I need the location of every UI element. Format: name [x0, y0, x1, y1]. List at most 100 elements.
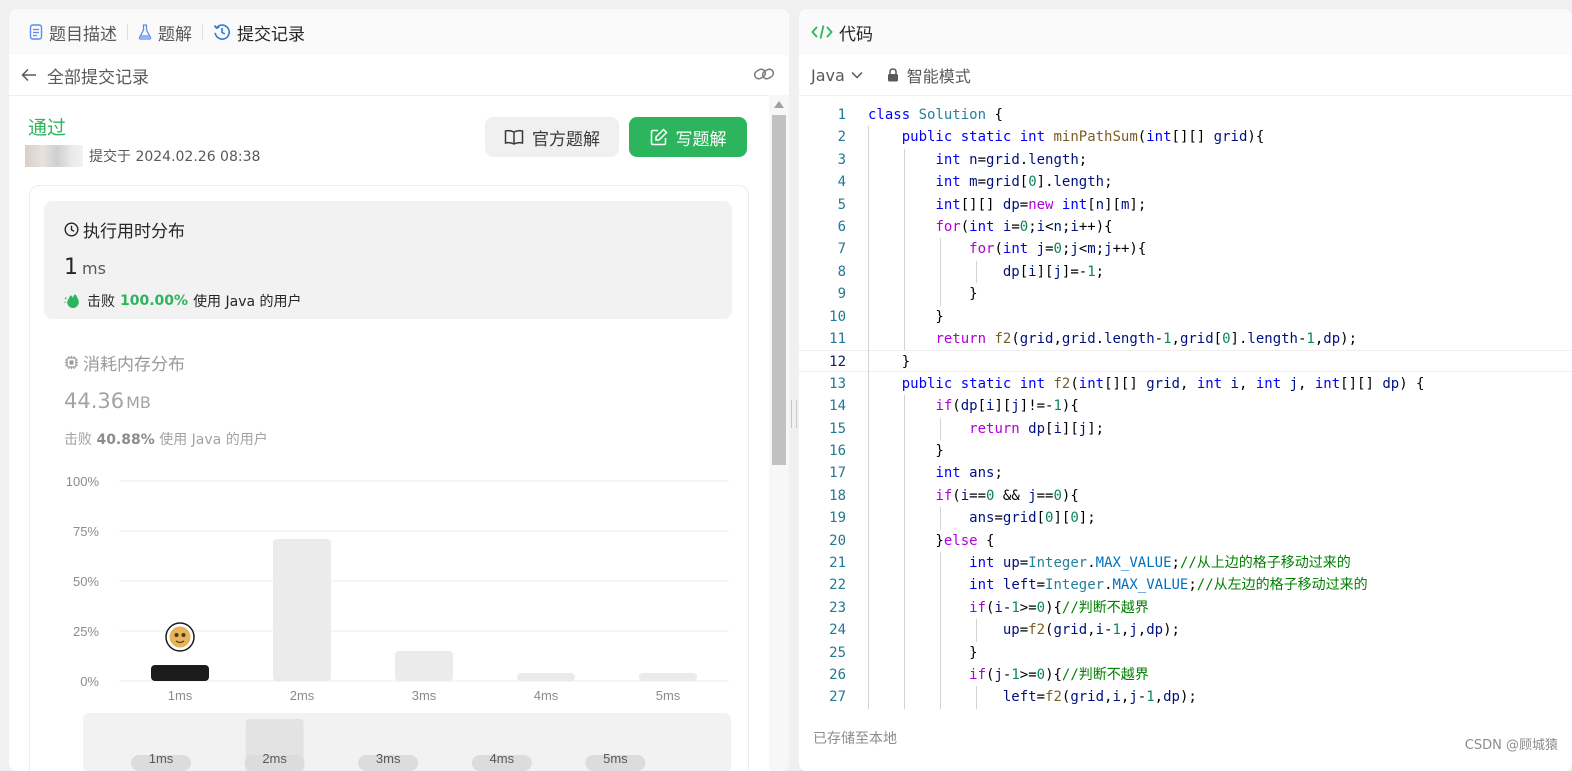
- code-line[interactable]: 26 if(j-1>=0){//判断不越界: [799, 664, 1572, 686]
- line-number: 21: [829, 555, 846, 571]
- avatar[interactable]: [25, 145, 83, 167]
- tab-divider: [202, 24, 203, 40]
- bar[interactable]: [395, 651, 453, 681]
- indent-guide: [868, 596, 869, 620]
- code-icon: [811, 24, 833, 40]
- flask-icon: [138, 24, 152, 40]
- bar[interactable]: [517, 673, 575, 681]
- code-line[interactable]: 13 public static int f2(int[][] grid, in…: [799, 373, 1572, 395]
- smart-mode-toggle[interactable]: 智能模式: [887, 63, 971, 87]
- bar[interactable]: [639, 673, 697, 681]
- code-line[interactable]: 19 ans=grid[0][0];: [799, 507, 1572, 529]
- lock-icon: [887, 68, 899, 82]
- official-solution-button[interactable]: 官方题解: [485, 117, 619, 157]
- indent-guide: [868, 372, 869, 396]
- scroll-thumb[interactable]: [772, 115, 786, 465]
- indent-guide: [903, 216, 905, 239]
- tab-description-label: 题目描述: [49, 24, 117, 45]
- line-number: 27: [829, 689, 846, 706]
- line-number: 24: [829, 622, 846, 639]
- submitted-time: 提交于 2024.02.26 08:38: [89, 149, 261, 165]
- link-icon[interactable]: [753, 65, 775, 83]
- language-select[interactable]: Java: [811, 66, 863, 85]
- tab-description[interactable]: 题目描述: [23, 20, 123, 45]
- left-tab-bar: 题目描述 题解 提交记录: [9, 9, 789, 55]
- code-line[interactable]: 16 }: [799, 440, 1572, 462]
- code-line[interactable]: 6 for(int i=0;i<n;i++){: [799, 216, 1572, 238]
- book-icon: [504, 129, 524, 145]
- code-line[interactable]: 10 }: [799, 306, 1572, 328]
- code-line[interactable]: 18 if(i==0 && j==0){: [799, 485, 1572, 507]
- write-solution-button[interactable]: 写题解: [629, 117, 747, 157]
- indent-guide: [868, 305, 869, 328]
- line-number: 25: [829, 644, 846, 661]
- code-line[interactable]: 7 for(int j=0;j<m;j++){: [799, 238, 1572, 260]
- code-line[interactable]: 17 int ans;: [799, 462, 1572, 484]
- runtime-distribution[interactable]: 执行用时分布 1 ms 击败 100.00% 使用 Java 的用户: [44, 201, 732, 319]
- indent-guide: [903, 193, 905, 216]
- indent-guide: [868, 328, 869, 351]
- code-line[interactable]: 25 }: [799, 642, 1572, 664]
- bar[interactable]: [273, 539, 331, 681]
- code-line[interactable]: 21 int up=Integer.MAX_VALUE;//从上边的格子移动过来…: [799, 552, 1572, 574]
- code-text: }: [868, 354, 911, 371]
- tab-submissions[interactable]: 提交记录: [207, 20, 311, 45]
- tab-solutions[interactable]: 题解: [132, 20, 198, 45]
- code-toolbar: Java 智能模式: [799, 55, 1572, 96]
- submission-panel: 题目描述 题解 提交记录 全部提交记录 通过 提交于 2024.02.26 08…: [9, 9, 789, 771]
- code-text: }: [868, 443, 944, 459]
- code-line[interactable]: 24 up=f2(grid,i-1,j,dp);: [799, 619, 1572, 641]
- code-line[interactable]: 15 return dp[i][j];: [799, 418, 1572, 440]
- code-text: int left=Integer.MAX_VALUE;//从左边的格子移动过来的: [969, 577, 1368, 594]
- left-scrollbar[interactable]: [769, 95, 789, 771]
- chart-range-minimap[interactable]: 1ms 2ms 3ms 4ms 5ms: [83, 713, 731, 771]
- panel-resize-handle[interactable]: [791, 400, 797, 428]
- code-text: if(j-1>=0){//判断不越界: [969, 667, 1149, 683]
- code-text: up=f2(grid,i-1,j,dp);: [1002, 622, 1180, 639]
- indent-guide: [939, 686, 941, 709]
- y-tick-label: 75%: [73, 524, 99, 539]
- indent-guide: [939, 619, 941, 642]
- code-line[interactable]: 2 public static int minPathSum(int[][] g…: [799, 126, 1572, 148]
- code-line[interactable]: 20 }else {: [799, 530, 1572, 552]
- minimap-label: 2ms: [262, 751, 287, 766]
- code-text: for(int j=0;j<m;j++){: [969, 241, 1147, 258]
- memory-title-row[interactable]: 消耗内存分布: [64, 350, 185, 375]
- code-line[interactable]: 8 dp[i][j]=-1;: [799, 261, 1572, 283]
- arrow-left-icon[interactable]: [21, 68, 37, 82]
- edit-icon: [650, 128, 668, 146]
- line-number: 3: [837, 151, 846, 168]
- code-line[interactable]: 27 left=f2(grid,i,j-1,dp);: [799, 686, 1572, 708]
- code-line[interactable]: 12 }: [799, 350, 1572, 373]
- code-line[interactable]: 22 int left=Integer.MAX_VALUE;//从左边的格子移动…: [799, 574, 1572, 596]
- bar[interactable]: [151, 665, 209, 681]
- indent-guide: [903, 507, 905, 530]
- code-line[interactable]: 4 int m=grid[0].length;: [799, 171, 1572, 193]
- indent-guide: [868, 148, 869, 172]
- line-number: 23: [829, 599, 846, 616]
- indent-guide: [903, 574, 905, 597]
- submission-detail: 通过 提交于 2024.02.26 08:38 官方题解 写题解 执行用时分布: [9, 95, 769, 771]
- code-line[interactable]: 9 }: [799, 283, 1572, 305]
- indent-guide: [903, 664, 905, 687]
- code-line[interactable]: 3 int n=grid.length;: [799, 149, 1572, 171]
- code-line[interactable]: 23 if(i-1>=0){//判断不越界: [799, 597, 1572, 619]
- code-text: ans=grid[0][0];: [969, 510, 1096, 527]
- code-line[interactable]: 1 class Solution {: [799, 104, 1572, 126]
- code-line[interactable]: 5 int[][] dp=new int[n][m];: [799, 194, 1572, 216]
- minimap-label: 5ms: [603, 751, 628, 766]
- smart-mode-label: 智能模式: [906, 67, 971, 86]
- user-avatar-marker[interactable]: [165, 622, 195, 652]
- history-icon: [213, 23, 231, 41]
- code-tab-title: 代码: [839, 24, 873, 45]
- code-line[interactable]: 11 return f2(grid,grid.length-1,grid[0].…: [799, 328, 1572, 350]
- code-line[interactable]: 14 if(dp[i][j]!=-1){: [799, 395, 1572, 417]
- indent-guide: [868, 283, 869, 306]
- code-editor[interactable]: 1 class Solution {2 public static int min…: [799, 104, 1572, 710]
- submission-meta: 提交于 2024.02.26 08:38: [25, 145, 260, 167]
- runtime-beat-pct: 100.00%: [120, 293, 189, 309]
- language-value: Java: [811, 65, 845, 85]
- scroll-up-arrow[interactable]: [774, 101, 784, 108]
- indent-guide: [903, 395, 905, 418]
- line-number: 13: [829, 375, 846, 392]
